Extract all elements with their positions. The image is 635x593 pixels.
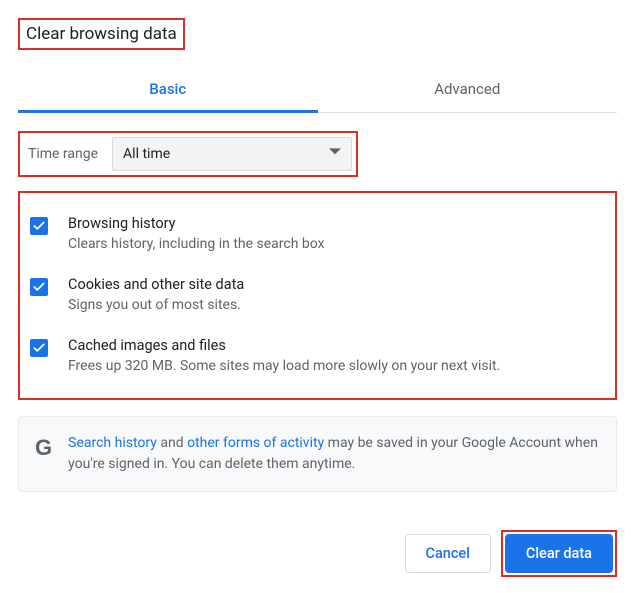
link-other-activity[interactable]: other forms of activity xyxy=(187,435,324,451)
link-search-history[interactable]: Search history xyxy=(68,435,157,451)
tab-basic[interactable]: Basic xyxy=(18,68,318,112)
info-card: G Search history and other forms of acti… xyxy=(18,416,617,492)
option-desc: Signs you out of most sites. xyxy=(68,297,607,313)
option-cookies: Cookies and other site data Signs you ou… xyxy=(28,264,607,325)
time-range-row: Time range All time xyxy=(18,131,358,177)
cancel-button[interactable]: Cancel xyxy=(405,534,491,573)
time-range-label: Time range xyxy=(28,146,98,162)
chevron-down-icon xyxy=(329,146,341,162)
clear-data-button[interactable]: Clear data xyxy=(505,534,613,573)
option-desc: Clears history, including in the search … xyxy=(68,236,607,252)
option-title: Browsing history xyxy=(68,215,607,232)
option-desc: Frees up 320 MB. Some sites may load mor… xyxy=(68,358,607,374)
checkbox-browsing-history[interactable] xyxy=(30,217,48,235)
options-list: Browsing history Clears history, includi… xyxy=(18,191,617,400)
option-browsing-history: Browsing history Clears history, includi… xyxy=(28,203,607,264)
time-range-select[interactable]: All time xyxy=(112,137,352,171)
tabs: Basic Advanced xyxy=(18,68,617,113)
time-range-value: All time xyxy=(123,146,170,162)
option-title: Cached images and files xyxy=(68,337,607,354)
option-cached: Cached images and files Frees up 320 MB.… xyxy=(28,325,607,386)
checkbox-cookies[interactable] xyxy=(30,278,48,296)
dialog-title: Clear browsing data xyxy=(20,20,183,48)
option-title: Cookies and other site data xyxy=(68,276,607,293)
dialog-footer: Cancel Clear data xyxy=(405,530,618,577)
checkbox-cached[interactable] xyxy=(30,339,48,357)
info-text-fragment: and xyxy=(157,435,187,451)
tab-advanced[interactable]: Advanced xyxy=(318,68,618,112)
google-logo-icon: G xyxy=(35,435,52,461)
info-text: Search history and other forms of activi… xyxy=(68,433,600,475)
